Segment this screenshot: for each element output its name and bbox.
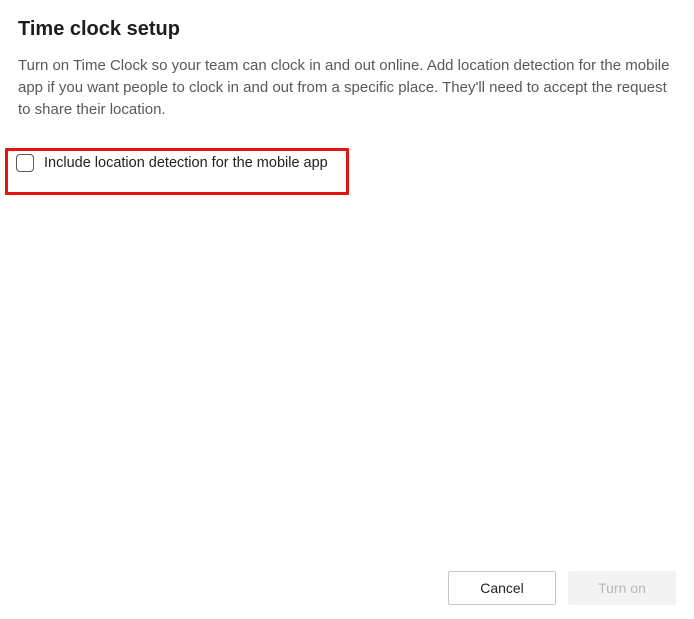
turn-on-button[interactable]: Turn on: [568, 571, 676, 605]
dialog-footer: Cancel Turn on: [18, 559, 676, 619]
location-detection-checkbox-label: Include location detection for the mobil…: [44, 155, 328, 171]
location-detection-checkbox[interactable]: [16, 154, 34, 172]
dialog-title: Time clock setup: [18, 18, 676, 41]
spacer: [18, 172, 676, 559]
location-detection-checkbox-row[interactable]: Include location detection for the mobil…: [16, 154, 676, 172]
cancel-button[interactable]: Cancel: [448, 571, 556, 605]
dialog-description: Turn on Time Clock so your team can cloc…: [18, 55, 676, 120]
time-clock-setup-dialog: Time clock setup Turn on Time Clock so y…: [0, 0, 694, 619]
